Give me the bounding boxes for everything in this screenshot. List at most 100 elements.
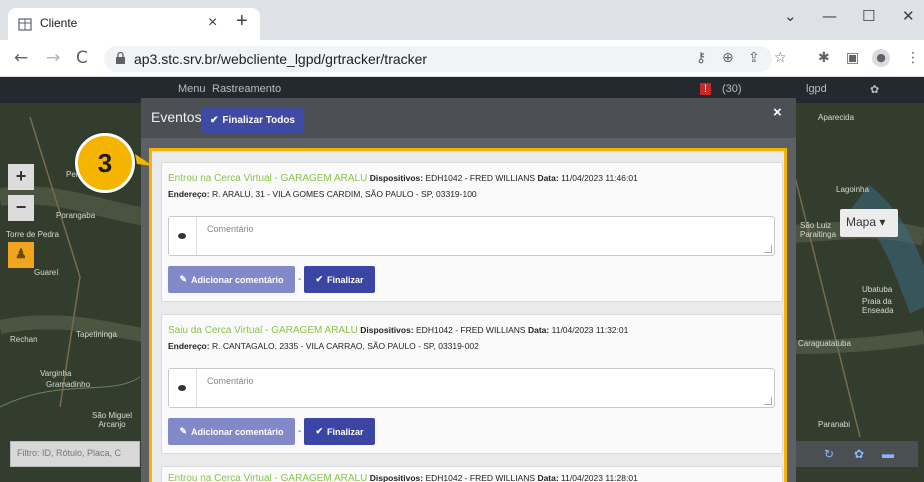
address-field[interactable]: ap3.stc.srv.br/webcliente_lgpd/grtracker…: [104, 46, 772, 72]
map-label: Paranabi: [818, 420, 851, 429]
bottom-toolbar: ↻ ✿ ▬: [788, 441, 918, 467]
tab-close-icon[interactable]: ×: [208, 14, 217, 32]
map-label: São Luiz Paraitinga: [800, 221, 837, 239]
map-label: Rechan: [10, 335, 38, 344]
map-label: São Miguel Arcanjo: [91, 411, 133, 429]
date-value: 11/04/2023 11:28:01: [561, 473, 638, 482]
extensions-icon[interactable]: ✱: [818, 50, 830, 66]
pencil-icon: ✎: [179, 274, 187, 284]
step-pointer-icon: [135, 154, 153, 166]
tab-search-icon[interactable]: ⌄: [784, 7, 797, 25]
modal-title: Eventos: [151, 109, 202, 125]
event-title: Entrou na Cerca Virtual - GARAGEM ARALU: [168, 473, 368, 482]
key-icon[interactable]: ⚷: [696, 50, 706, 66]
resize-handle[interactable]: [764, 397, 772, 405]
modal-header: Eventos ✔ Finalizar Todos ×: [141, 98, 796, 138]
step-badge: 3: [75, 133, 135, 193]
gear-icon[interactable]: ✿: [870, 83, 879, 96]
minimize-button[interactable]: —: [822, 7, 837, 25]
comment-placeholder: Comentário: [207, 376, 254, 386]
event-card: Entrou na Cerca Virtual - GARAGEM ARALU …: [161, 162, 783, 302]
zoom-in-button[interactable]: +: [8, 164, 34, 190]
modal-close-icon[interactable]: ×: [773, 104, 782, 121]
filter-input[interactable]: Filtro: ID, Rótulo, Placa, C: [10, 441, 140, 467]
event-card: Entrou na Cerca Virtual - GARAGEM ARALU …: [161, 466, 783, 482]
browser-tab-bar: Cliente × + ⌄ — ☐ ✕: [0, 0, 924, 40]
window-close-button[interactable]: ✕: [902, 7, 915, 25]
events-list: Entrou na Cerca Virtual - GARAGEM ARALU …: [149, 148, 787, 482]
map-label: Caraguatatuba: [798, 339, 851, 348]
map-type-button[interactable]: Mapa ▾: [840, 209, 898, 237]
devices-value: EDH1042 - FRED WILLIANS: [425, 473, 536, 482]
date-label: Data:: [527, 325, 550, 335]
map-label: Porangaba: [56, 211, 96, 220]
user-label[interactable]: lgpd: [806, 83, 827, 95]
button-separator: -: [298, 426, 302, 437]
comment-field[interactable]: Comentário: [168, 368, 775, 408]
building-icon: [18, 18, 32, 31]
devices-label: Dispositivos:: [369, 173, 424, 183]
browser-tab[interactable]: Cliente ×: [8, 8, 260, 40]
menu-link[interactable]: Menu: [178, 83, 206, 95]
event-title: Saiu da Cerca Virtual - GARAGEM ARALU: [168, 325, 358, 336]
event-title: Entrou na Cerca Virtual - GARAGEM ARALU: [168, 173, 368, 184]
date-label: Data:: [537, 173, 559, 183]
map-label: Lagoinha: [836, 185, 869, 194]
map-label: Torre de Pedra: [6, 230, 59, 239]
street-view-icon[interactable]: ♟: [8, 242, 34, 268]
map-label: Guareí: [34, 268, 59, 277]
check-icon: ✔: [315, 426, 324, 436]
devices-label: Dispositivos:: [360, 325, 414, 335]
share-icon[interactable]: ⇪: [748, 50, 760, 66]
star-icon[interactable]: ☆: [774, 50, 787, 66]
map-type-label: Mapa: [846, 215, 877, 229]
date-label: Data:: [537, 473, 559, 482]
back-button[interactable]: ←: [14, 48, 28, 68]
event-header-line: Saiu da Cerca Virtual - GARAGEM ARALU Di…: [168, 325, 628, 336]
finalize-button[interactable]: ✔ Finalizar: [304, 266, 375, 293]
new-tab-button[interactable]: +: [236, 11, 248, 31]
gear-icon[interactable]: ✿: [854, 447, 864, 461]
zoom-icon[interactable]: ⊕: [722, 50, 734, 66]
save-icon[interactable]: ▬: [882, 447, 894, 461]
comment-addon: [169, 217, 197, 255]
forward-button[interactable]: →: [46, 48, 60, 68]
finalize-all-label: Finalizar Todos: [222, 115, 295, 126]
tab-title: Cliente: [40, 16, 78, 30]
rastreamento-link[interactable]: Rastreamento: [212, 83, 281, 95]
event-header-line: Entrou na Cerca Virtual - GARAGEM ARALU …: [168, 173, 638, 184]
finalize-all-button[interactable]: ✔ Finalizar Todos: [202, 108, 303, 133]
step-number: 3: [97, 148, 113, 178]
comment-field[interactable]: Comentário: [168, 216, 775, 256]
address-value: R. ARALU, 31 - VILA GOMES CARDIM, SÃO PA…: [211, 189, 477, 199]
resize-handle[interactable]: [764, 245, 772, 253]
comment-placeholder: Comentário: [207, 224, 254, 234]
reload-button[interactable]: C: [76, 48, 88, 68]
alert-badge[interactable]: !: [700, 83, 712, 95]
event-address-line: Endereço: R. CANTAGALO, 2335 - VILA CARR…: [168, 341, 479, 351]
address-label: Endereço:: [168, 189, 210, 199]
refresh-icon[interactable]: ↻: [824, 447, 834, 461]
menu-icon[interactable]: ⋮: [906, 50, 920, 66]
add-comment-button[interactable]: ✎ Adicionar comentário: [168, 418, 295, 445]
sidepanel-icon[interactable]: ▣: [846, 50, 859, 66]
map-label: Tapetininga: [76, 330, 117, 339]
map-label: Praia da Enseada: [862, 297, 894, 315]
finalize-button[interactable]: ✔ Finalizar: [304, 418, 375, 445]
profile-icon[interactable]: ●: [872, 49, 890, 67]
map-label: Aparecida: [818, 113, 855, 122]
event-header-line: Entrou na Cerca Virtual - GARAGEM ARALU …: [168, 473, 638, 482]
event-card: Saiu da Cerca Virtual - GARAGEM ARALU Di…: [161, 314, 783, 454]
devices-label: Dispositivos:: [369, 473, 424, 482]
devices-value: EDH1042 - FRED WILLIANS: [416, 325, 526, 335]
maximize-button[interactable]: ☐: [862, 7, 875, 25]
app-area: Menu Rastreamento ! (30) lgpd ✿ + − ♟ Ma…: [0, 77, 924, 482]
zoom-out-button[interactable]: −: [8, 195, 34, 221]
lock-icon: [116, 52, 125, 64]
comment-icon: [178, 233, 186, 239]
pencil-icon: ✎: [179, 426, 187, 436]
add-comment-button[interactable]: ✎ Adicionar comentário: [168, 266, 295, 293]
count-badge[interactable]: (30): [722, 83, 742, 95]
map-label: Gramadinho: [46, 380, 91, 389]
comment-addon: [169, 369, 197, 407]
